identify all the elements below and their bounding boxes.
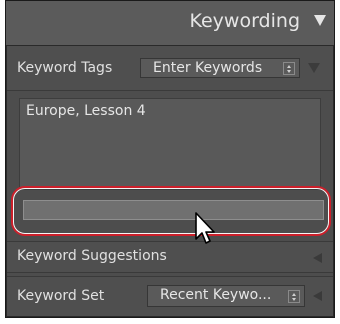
mouse-cursor-icon — [195, 212, 215, 244]
keyword-tags-text: Europe, Lesson 4 — [26, 103, 146, 119]
keywording-panel: Keywording Keyword Tags Enter Keywords E… — [5, 0, 335, 318]
panel-title: Keywording — [189, 10, 300, 32]
keyword-tags-select-value: Enter Keywords — [153, 60, 263, 76]
panel-body: Keyword Tags Enter Keywords Europe, Less… — [7, 46, 333, 316]
panel-header[interactable]: Keywording — [6, 1, 334, 45]
stepper-icon — [283, 62, 295, 75]
keyword-tags-row: Keyword Tags Enter Keywords — [7, 46, 333, 91]
keyword-set-select[interactable]: Recent Keywo... — [147, 285, 305, 307]
keyword-tags-select[interactable]: Enter Keywords — [140, 58, 300, 78]
keyword-set-select-value: Recent Keywo... — [160, 287, 272, 303]
keyword-set-row: Keyword Set Recent Keywo... — [7, 276, 333, 316]
disclosure-triangle-down-icon[interactable] — [308, 63, 320, 73]
stepper-icon — [288, 290, 300, 303]
collapse-triangle-left-icon[interactable] — [313, 253, 322, 263]
keyword-tags-label: Keyword Tags — [17, 60, 113, 76]
keyword-suggestions-label: Keyword Suggestions — [17, 248, 167, 264]
keyword-suggestions-row[interactable]: Keyword Suggestions — [7, 241, 333, 273]
highlight-callout-inner — [13, 188, 329, 234]
keyword-tags-textarea[interactable]: Europe, Lesson 4 — [19, 98, 321, 190]
disclosure-triangle-down-icon[interactable] — [314, 15, 326, 26]
collapse-triangle-left-icon[interactable] — [313, 291, 322, 301]
keyword-set-label: Keyword Set — [17, 288, 105, 304]
